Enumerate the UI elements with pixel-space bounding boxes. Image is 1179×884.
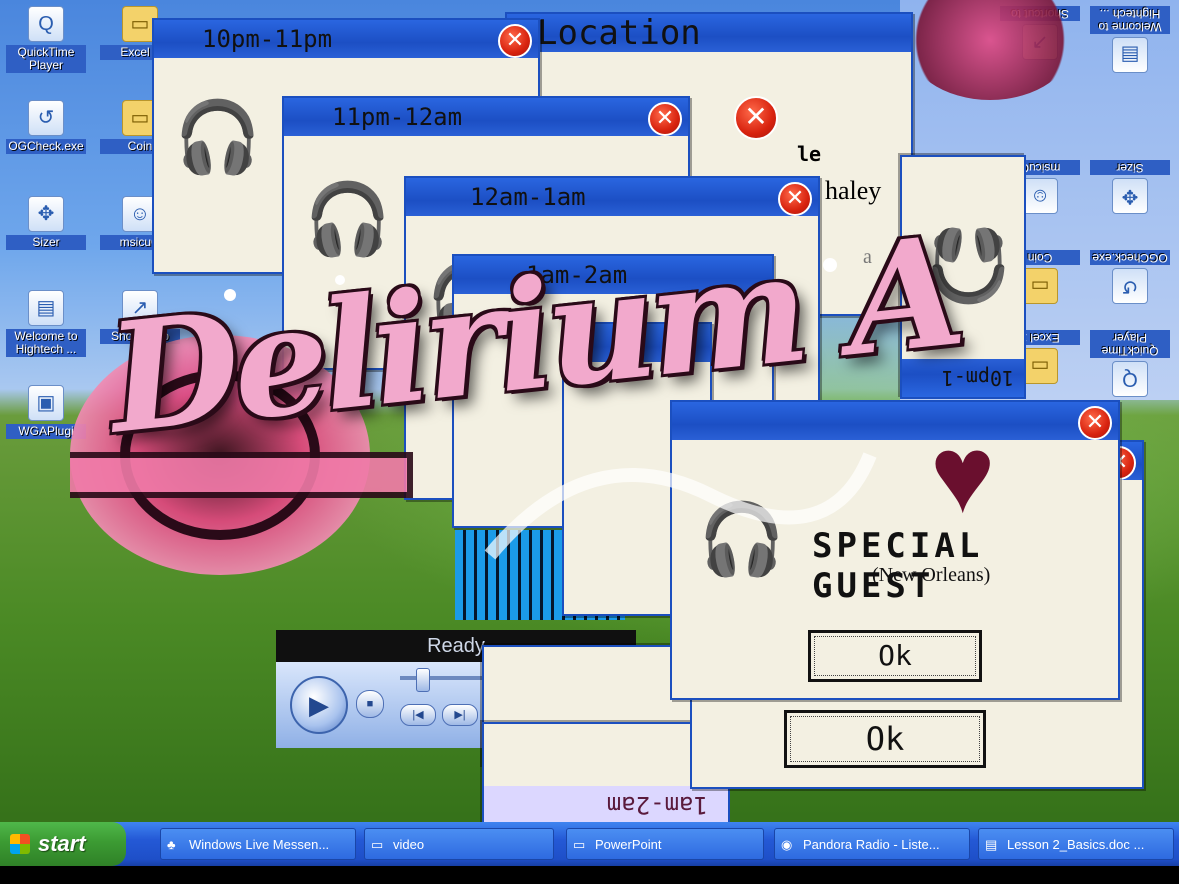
folder-icon: ▭ (573, 837, 586, 852)
location-name: haley (825, 176, 882, 205)
document-icon: ▤ (28, 290, 64, 326)
desktop-icon-quicktime[interactable]: Q QuickTime Player (6, 6, 86, 73)
folder-icon: ▭ (371, 837, 384, 852)
ok-button[interactable]: Ok (808, 630, 982, 682)
close-icon[interactable]: ✕ (498, 24, 532, 58)
sizer-icon: ✥ (28, 196, 64, 232)
start-button[interactable]: start (0, 822, 126, 866)
task-label: Lesson 2_Basics.doc ... (1007, 837, 1145, 852)
desktop-icon-label: QuickTime Player (1090, 330, 1170, 358)
taskbar: start ♣ Windows Live Messen... ▭ video ▭… (0, 822, 1179, 866)
mirrored-icon-ogcheck[interactable]: ↺ OGCheck.exe (1090, 250, 1170, 304)
heart-icon: ♥ (930, 413, 996, 536)
folder-icon: ▭ (1022, 268, 1058, 304)
close-icon[interactable]: ✕ (778, 182, 812, 216)
next-button[interactable]: ▶| (442, 704, 478, 726)
task-label: Pandora Radio - Liste... (803, 837, 940, 852)
logo-swash (484, 452, 877, 560)
task-label: PowerPoint (595, 837, 662, 852)
close-icon[interactable]: ✕ (734, 96, 778, 140)
desktop-icon-label: OGCheck.exe (1090, 250, 1170, 265)
task-label: video (393, 837, 425, 852)
window-title[interactable]: 10pm-11pm (154, 20, 538, 58)
desktop-icon-label: Sizer (1090, 160, 1170, 175)
quicktime-icon: Q (1112, 361, 1148, 397)
mirrored-icon-quicktime[interactable]: Q QuickTime Player (1090, 330, 1170, 397)
ok-button[interactable]: Ok (784, 710, 986, 768)
quicktime-icon: Q (28, 6, 64, 42)
close-icon[interactable]: ✕ (648, 102, 682, 136)
window-title[interactable]: 1am-2am (484, 786, 728, 824)
msicu-icon: ☺ (1022, 178, 1058, 214)
ogcheck-icon: ↺ (28, 100, 64, 136)
headphones-icon: 🎧 (304, 178, 392, 260)
close-icon[interactable]: ✕ (1078, 406, 1112, 440)
desktop-icon-label: OGCheck.exe (6, 139, 86, 154)
desktop-icon-label: Sizer (6, 235, 86, 250)
task-label: Windows Live Messen... (189, 837, 330, 852)
word-icon: ▤ (985, 837, 998, 852)
play-button[interactable]: ▶ (290, 676, 348, 734)
plugin-icon: ▣ (28, 385, 64, 421)
location-text: le (797, 142, 822, 166)
document-icon: ▤ (1112, 37, 1148, 73)
stop-button[interactable]: ■ (356, 690, 384, 718)
taskbar-item-pandora[interactable]: ◉ Pandora Radio - Liste... (774, 828, 970, 860)
desktop-icon-sizer[interactable]: ✥ Sizer (6, 196, 86, 250)
mirrored-icon-welcome[interactable]: ▤ Welcome to Hightech ... (1090, 6, 1170, 73)
start-label: start (38, 831, 86, 856)
desktop-icon-ogcheck[interactable]: ↺ OGCheck.exe (6, 100, 86, 154)
sizer-icon: ✥ (1112, 178, 1148, 214)
folder-icon: ▭ (1022, 348, 1058, 384)
messenger-icon: ♣ (167, 837, 176, 852)
taskbar-item-lesson-doc[interactable]: ▤ Lesson 2_Basics.doc ... (978, 828, 1174, 860)
seek-handle[interactable] (416, 668, 430, 692)
window-title[interactable]: 12am-1am (406, 178, 818, 216)
taskbar-item-messenger[interactable]: ♣ Windows Live Messen... (160, 828, 356, 860)
ogcheck-icon: ↺ (1112, 268, 1148, 304)
window-title[interactable]: 11pm-12am (284, 98, 688, 136)
mirrored-icon-sizer[interactable]: ✥ Sizer (1090, 160, 1170, 214)
firefox-icon: ◉ (781, 837, 793, 852)
taskbar-item-video[interactable]: ▭ video (364, 828, 554, 860)
location-close-wrap: ✕ (720, 92, 780, 152)
headphones-icon: 🎧 (174, 96, 262, 178)
desktop-icon-label: Welcome to Hightech ... (1090, 6, 1170, 34)
windows-flag-icon (10, 834, 30, 854)
previous-button[interactable]: |◀ (400, 704, 436, 726)
window-title[interactable]: Location (507, 14, 911, 52)
taskbar-item-powerpoint[interactable]: ▭ PowerPoint (566, 828, 764, 860)
bottom-strip (0, 866, 1179, 884)
desktop-icon-label: QuickTime Player (6, 45, 86, 73)
desktop: Q QuickTime Player ↺ OGCheck.exe ✥ Sizer… (0, 0, 1179, 884)
